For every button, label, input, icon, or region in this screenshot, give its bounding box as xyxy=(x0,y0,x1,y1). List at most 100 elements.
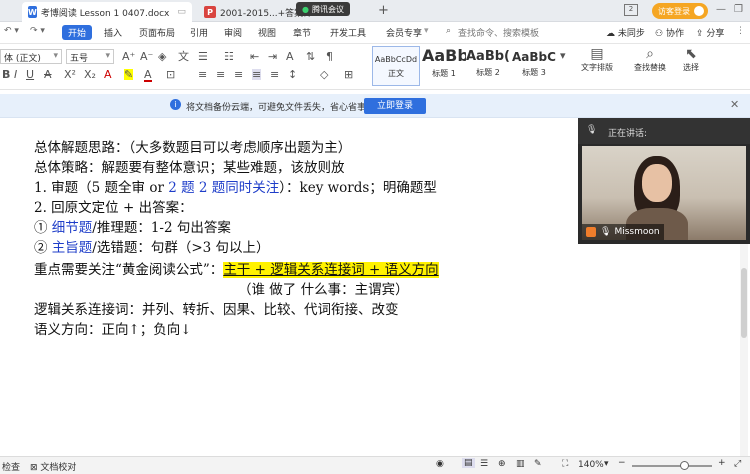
zoom-out-icon[interactable]: − xyxy=(618,458,626,468)
subscript-icon[interactable]: X₂ xyxy=(84,69,96,80)
more-icon[interactable]: ⋮ xyxy=(736,26,745,36)
participant-mic-icon: 🎙 xyxy=(600,227,612,237)
decrease-indent-icon[interactable]: ⇤ xyxy=(250,51,259,62)
menu-review[interactable]: 审阅 xyxy=(224,26,242,39)
visitor-login-button[interactable]: 访客登录 xyxy=(652,3,708,19)
minimize-icon[interactable]: — xyxy=(716,4,726,15)
doc-line-1: 总体解题思路：（大多数题目可以考虑顺序出题为主） xyxy=(34,140,352,156)
select-button[interactable]: ⬉ 选择 xyxy=(676,46,706,86)
sort-icon[interactable]: ⇅ xyxy=(306,51,315,62)
proofread-button[interactable]: ⊠ 文档校对 xyxy=(30,460,76,473)
text-effect-icon[interactable]: A xyxy=(104,69,112,80)
fit-page-icon[interactable]: ⛶ xyxy=(562,459,568,469)
redo-icon[interactable]: ↷ ▾ xyxy=(30,26,45,36)
align-left-icon[interactable]: ≡ xyxy=(198,69,207,80)
spell-check-button[interactable]: 检查 xyxy=(2,460,20,473)
share-button[interactable]: ⇪ 分享 xyxy=(696,26,724,39)
shading-icon[interactable]: ◇ xyxy=(320,69,328,80)
person-icon: ⚇ xyxy=(655,29,666,39)
collaborate-button[interactable]: ⚇ 协作 xyxy=(655,26,684,39)
zoom-slider-thumb[interactable] xyxy=(680,461,689,470)
menu-view[interactable]: 视图 xyxy=(258,26,276,39)
highlight-icon[interactable]: ✎ xyxy=(124,69,134,80)
align-right-icon[interactable]: ≡ xyxy=(234,69,243,80)
menu-member[interactable]: 会员专享 xyxy=(386,26,422,39)
new-tab-icon[interactable]: + xyxy=(378,3,389,18)
scrollbar-thumb[interactable] xyxy=(741,268,747,338)
borders-icon[interactable]: ⊞ xyxy=(344,69,353,80)
zoom-level[interactable]: 140% xyxy=(578,460,604,470)
zoom-dropdown-icon[interactable]: ▾ xyxy=(604,459,609,469)
command-search-input[interactable]: 查找命令、搜索模板 xyxy=(458,26,539,39)
show-marks-icon[interactable]: ¶ xyxy=(326,51,333,62)
justify-icon[interactable]: ≡ xyxy=(252,69,262,80)
avatar xyxy=(694,6,704,16)
text-layout-icon: ▤ xyxy=(590,46,604,62)
speaking-label: 正在讲话: xyxy=(608,129,648,139)
menu-references[interactable]: 引用 xyxy=(190,26,208,39)
web-view-icon[interactable]: ⊕ xyxy=(498,459,506,469)
menu-developer[interactable]: 开发工具 xyxy=(330,26,366,39)
increase-indent-icon[interactable]: ⇥ xyxy=(268,51,277,62)
char-border-icon[interactable]: ⊡ xyxy=(166,69,175,80)
superscript-icon[interactable]: X² xyxy=(64,69,76,80)
tab-document[interactable]: W 考博阅读 Lesson 1 0407.docx ▭ ● xyxy=(22,2,192,22)
search-icon[interactable]: ⌕ xyxy=(446,26,451,36)
close-icon[interactable]: ✕ xyxy=(730,98,739,111)
zoom-slider[interactable] xyxy=(632,461,712,470)
participant-avatar-icon xyxy=(586,227,596,237)
underline-icon[interactable]: U xyxy=(26,69,34,80)
style-heading-3[interactable]: AaBbCc 标题 3 xyxy=(512,46,556,86)
status-bar: 检查 ⊠ 文档校对 ◉ ▤ ☰ ⊕ ▥ ✎ ⛶ 140% ▾ − + ⤢ xyxy=(0,456,750,474)
phonetic-icon[interactable]: 文 xyxy=(178,51,189,62)
bullets-icon[interactable]: ☰ xyxy=(198,51,208,62)
pointer-icon: ⬉ xyxy=(685,46,697,62)
font-name-select[interactable]: 体 (正文) ▾ xyxy=(0,49,62,64)
style-heading-1[interactable]: AaBb 标题 1 xyxy=(422,46,466,86)
menu-chapter[interactable]: 章节 xyxy=(293,26,311,39)
style-heading-2[interactable]: AaBb( 标题 2 xyxy=(466,46,510,86)
line-spacing-icon[interactable]: ↕ xyxy=(288,69,297,80)
menu-page-layout[interactable]: 页面布局 xyxy=(139,26,175,39)
font-size-select[interactable]: 五号 ▾ xyxy=(66,49,114,64)
participant-name: Missmoon xyxy=(614,227,660,237)
cloud-backup-notice: i 将文档备份云端，可避免文件丢失，省心省事 立即登录 ✕ xyxy=(0,94,750,118)
font-color-icon[interactable]: A xyxy=(144,69,152,82)
login-now-button[interactable]: 立即登录 xyxy=(364,98,426,114)
bold-icon[interactable]: B xyxy=(2,69,10,80)
style-normal[interactable]: AaBbCcDd 正文 xyxy=(372,46,420,86)
clear-format-icon[interactable]: ◈ xyxy=(158,51,166,62)
menu-insert[interactable]: 插入 xyxy=(104,26,122,39)
text-layout-button[interactable]: ▤ 文字排版 xyxy=(576,46,618,86)
grow-font-icon[interactable]: A⁺ xyxy=(122,51,135,62)
meeting-badge[interactable]: ● 腾讯会议 xyxy=(296,2,350,16)
align-center-icon[interactable]: ≡ xyxy=(216,69,225,80)
distributed-icon[interactable]: ≡ xyxy=(270,69,279,80)
read-mode-icon[interactable]: ▥ xyxy=(516,459,525,469)
eye-protection-icon[interactable]: ◉ xyxy=(436,459,444,469)
monitor-icon[interactable]: ▭ xyxy=(177,7,186,17)
sync-status[interactable]: ☁ 未同步 xyxy=(606,26,645,39)
write-mode-icon[interactable]: ✎ xyxy=(534,459,542,469)
page-view-icon[interactable]: ▤ xyxy=(462,458,475,468)
meeting-video-panel[interactable]: 🎙 正在讲话: 🎙 Missmoon xyxy=(578,118,750,244)
undo-icon[interactable]: ↶ ▾ xyxy=(4,26,19,36)
zoom-in-icon[interactable]: + xyxy=(718,458,726,468)
chinese-layout-icon[interactable]: A xyxy=(286,51,294,62)
italic-icon[interactable]: I xyxy=(14,69,17,80)
window-count-icon[interactable]: 2 xyxy=(624,4,638,16)
doc-line-9: 逻辑关系连接词：并列、转折、因果、比较、代词衔接、改变 xyxy=(34,302,399,318)
styles-expand-icon[interactable]: ▾ xyxy=(560,50,566,61)
outline-view-icon[interactable]: ☰ xyxy=(480,459,488,469)
restore-icon[interactable]: ❐ xyxy=(734,4,743,15)
strikethrough-icon[interactable]: A xyxy=(44,69,52,80)
shrink-font-icon[interactable]: A⁻ xyxy=(140,51,153,62)
menu-bar: ↶ ▾ ↷ ▾ 开始 插入 页面布局 引用 审阅 视图 章节 开发工具 会员专享… xyxy=(0,22,750,44)
menu-start[interactable]: 开始 xyxy=(62,25,93,40)
fullscreen-icon[interactable]: ⤢ xyxy=(734,459,741,469)
checkbox-icon: ⊠ xyxy=(30,463,41,473)
doc-line-7: 重点需要关注“黄金阅读公式”：主干 + 逻辑关系连接词 + 语义方向 xyxy=(34,262,439,278)
numbering-icon[interactable]: ☷ xyxy=(224,51,234,62)
find-replace-button[interactable]: ⌕ 查找替换 xyxy=(628,46,672,86)
cloud-icon: ☁ xyxy=(606,29,618,39)
